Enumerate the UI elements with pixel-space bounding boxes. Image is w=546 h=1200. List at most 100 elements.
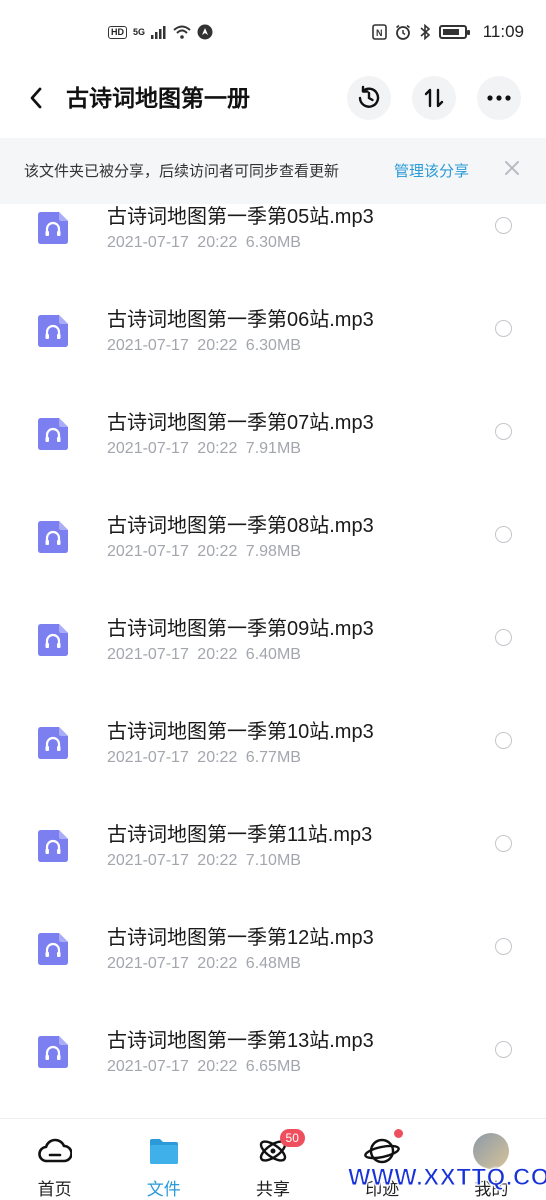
select-radio[interactable] xyxy=(495,217,512,234)
watermark: WWW.XXTTQ.COM xyxy=(347,1164,546,1192)
file-name: 古诗词地图第一季第13站.mp3 xyxy=(107,1030,374,1052)
file-name: 古诗词地图第一季第10站.mp3 xyxy=(107,721,374,743)
file-time: 20:22 xyxy=(197,543,238,560)
nav-share[interactable]: 50 共享 xyxy=(218,1119,327,1200)
status-bar: HD 5G N 11:09 xyxy=(0,0,546,68)
nfc-icon: N xyxy=(371,24,387,40)
bluetooth-icon xyxy=(420,24,430,40)
nav-label-home: 首页 xyxy=(37,1180,72,1199)
file-row[interactable]: 古诗词地图第一季第09站.mp3 2021-07-17 20:22 6.40MB xyxy=(0,586,546,689)
select-radio[interactable] xyxy=(495,629,512,646)
file-meta: 2021-07-17 20:22 6.30MB xyxy=(107,337,301,355)
file-size: 6.30MB xyxy=(245,234,301,251)
more-button[interactable] xyxy=(477,76,521,120)
file-size: 6.77MB xyxy=(245,749,301,766)
file-size: 7.10MB xyxy=(245,852,301,869)
audio-file-icon xyxy=(38,624,68,656)
file-meta: 2021-07-17 20:22 7.10MB xyxy=(107,852,301,870)
file-date: 2021-07-17 xyxy=(107,337,189,354)
audio-file-icon xyxy=(38,933,68,965)
select-radio[interactable] xyxy=(495,1041,512,1058)
file-meta: 2021-07-17 20:22 6.40MB xyxy=(107,646,301,664)
file-name: 古诗词地图第一季第07站.mp3 xyxy=(107,412,374,434)
file-size: 7.91MB xyxy=(245,440,301,457)
file-date: 2021-07-17 xyxy=(107,543,189,560)
svg-text:N: N xyxy=(376,28,383,38)
file-meta: 2021-07-17 20:22 7.91MB xyxy=(107,440,301,458)
file-size: 6.65MB xyxy=(245,1058,301,1075)
header: 古诗词地图第一册 xyxy=(0,68,546,138)
file-name: 古诗词地图第一季第08站.mp3 xyxy=(107,515,374,537)
audio-file-icon xyxy=(38,212,68,244)
status-time: 11:09 xyxy=(482,22,524,41)
battery-icon xyxy=(438,25,470,39)
audio-file-icon xyxy=(38,521,68,553)
file-date: 2021-07-17 xyxy=(107,646,189,663)
file-date: 2021-07-17 xyxy=(107,234,189,251)
audio-file-icon xyxy=(38,830,68,862)
select-radio[interactable] xyxy=(495,835,512,852)
file-meta: 2021-07-17 20:22 6.48MB xyxy=(107,955,301,973)
status-right: N 11:09 xyxy=(371,22,524,42)
nav-home[interactable]: 首页 xyxy=(0,1119,109,1200)
audio-file-icon xyxy=(38,418,68,450)
file-time: 20:22 xyxy=(197,440,238,457)
manage-share-link[interactable]: 管理该分享 xyxy=(394,160,469,181)
close-icon[interactable] xyxy=(502,158,522,178)
page-title: 古诗词地图第一册 xyxy=(66,85,250,111)
file-row[interactable]: 古诗词地图第一季第05站.mp3 2021-07-17 20:22 6.30MB xyxy=(0,189,546,277)
audio-file-icon xyxy=(38,315,68,347)
file-meta: 2021-07-17 20:22 6.65MB xyxy=(107,1058,301,1076)
file-date: 2021-07-17 xyxy=(107,749,189,766)
file-row[interactable]: 古诗词地图第一季第08站.mp3 2021-07-17 20:22 7.98MB xyxy=(0,483,546,586)
share-banner-text: 该文件夹已被分享，后续访问者可同步查看更新 xyxy=(24,163,340,180)
select-radio[interactable] xyxy=(495,526,512,543)
sort-icon xyxy=(424,88,444,108)
history-icon xyxy=(358,85,380,108)
nav-files[interactable]: 文件 xyxy=(109,1119,218,1200)
file-date: 2021-07-17 xyxy=(107,955,189,972)
select-radio[interactable] xyxy=(495,320,512,337)
file-size: 7.98MB xyxy=(245,543,301,560)
file-row[interactable]: 古诗词地图第一季第12站.mp3 2021-07-17 20:22 6.48MB xyxy=(0,895,546,998)
status-left: HD 5G xyxy=(108,24,213,40)
file-time: 20:22 xyxy=(197,749,238,766)
more-icon xyxy=(487,95,511,101)
signal-icon xyxy=(151,26,166,39)
select-radio[interactable] xyxy=(495,423,512,440)
file-size: 6.30MB xyxy=(245,337,301,354)
share-badge: 50 xyxy=(279,1129,305,1147)
file-time: 20:22 xyxy=(197,337,238,354)
file-date: 2021-07-17 xyxy=(107,1058,189,1075)
file-name: 古诗词地图第一季第09站.mp3 xyxy=(107,618,374,640)
file-name: 古诗词地图第一季第11站.mp3 xyxy=(107,824,373,846)
file-row[interactable]: 古诗词地图第一季第06站.mp3 2021-07-17 20:22 6.30MB xyxy=(0,277,546,380)
file-name: 古诗词地图第一季第05站.mp3 xyxy=(107,206,374,228)
select-radio[interactable] xyxy=(495,732,512,749)
file-size: 6.40MB xyxy=(245,646,301,663)
file-name: 古诗词地图第一季第12站.mp3 xyxy=(107,927,374,949)
file-size: 6.48MB xyxy=(245,955,301,972)
network-label: 5G xyxy=(133,27,146,37)
file-time: 20:22 xyxy=(197,646,238,663)
file-date: 2021-07-17 xyxy=(107,852,189,869)
location-icon xyxy=(197,24,213,40)
history-button[interactable] xyxy=(347,76,391,120)
file-row[interactable]: 古诗词地图第一季第13站.mp3 2021-07-17 20:22 6.65MB xyxy=(0,998,546,1101)
file-row[interactable]: 古诗词地图第一季第10站.mp3 2021-07-17 20:22 6.77MB xyxy=(0,689,546,792)
select-radio[interactable] xyxy=(495,938,512,955)
file-row[interactable]: 古诗词地图第一季第11站.mp3 2021-07-17 20:22 7.10MB xyxy=(0,792,546,895)
file-meta: 2021-07-17 20:22 6.77MB xyxy=(107,749,301,767)
hd-indicator: HD xyxy=(108,25,127,39)
back-button[interactable] xyxy=(20,82,52,114)
cloud-icon xyxy=(37,1133,73,1169)
nav-label-share: 共享 xyxy=(256,1180,290,1199)
file-date: 2021-07-17 xyxy=(107,440,189,457)
file-time: 20:22 xyxy=(197,852,238,869)
alarm-icon xyxy=(395,24,410,40)
audio-file-icon xyxy=(38,727,68,759)
folder-icon xyxy=(146,1133,182,1169)
chevron-left-icon xyxy=(30,87,42,109)
sort-button[interactable] xyxy=(412,76,456,120)
file-row[interactable]: 古诗词地图第一季第07站.mp3 2021-07-17 20:22 7.91MB xyxy=(0,380,546,483)
